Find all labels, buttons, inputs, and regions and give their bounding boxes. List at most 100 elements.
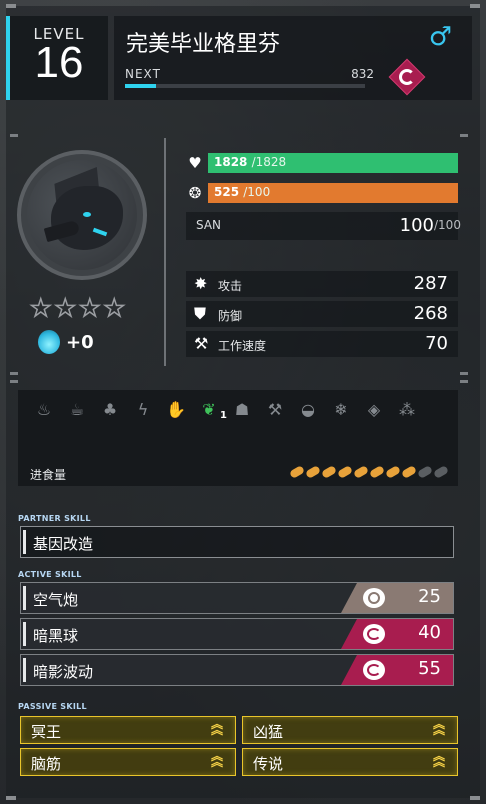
pal-name[interactable]: 完美毕业格里芬	[126, 26, 280, 58]
next-label: NEXT	[125, 67, 161, 81]
work-suitability-icons: ♨ ☕ ♣ ϟ ✋ ❦ 1 ☗ ⚒ ◒ ❄ ◈ ⁂	[34, 400, 417, 421]
star-icon: ★	[103, 294, 126, 322]
defense-label: 防御	[218, 309, 243, 323]
work-level-badge: 1	[220, 410, 227, 421]
corner-accent	[6, 4, 16, 8]
star-icon: ★	[29, 294, 52, 322]
food-pip-icon	[304, 465, 322, 479]
farming-icon[interactable]: ⁂	[397, 400, 417, 420]
passive-skill-title: PASSIVE SKILL	[18, 702, 87, 711]
level-number: 16	[34, 38, 84, 87]
food-pip-icon	[352, 465, 370, 479]
corner-accent	[470, 796, 480, 800]
food-pip-icon	[384, 465, 402, 479]
hp-max: /1828	[251, 155, 287, 169]
mining-icon[interactable]: ⚒	[265, 400, 285, 420]
watering-icon[interactable]: ☕	[67, 400, 87, 420]
next-exp-value: 832	[351, 67, 374, 81]
heart-icon: ♥	[188, 154, 202, 172]
divider-dot	[10, 380, 18, 383]
food-max: /100	[243, 185, 271, 199]
partner-skill-name: 基因改造	[33, 535, 94, 553]
skill-power-tag: 25	[341, 583, 453, 613]
passive-skill-slot[interactable]: 传说 ︽ ︽	[242, 748, 458, 776]
kindling-icon[interactable]: ♨	[34, 400, 54, 420]
divider-dot	[10, 372, 18, 375]
work-speed-label: 工作速度	[218, 339, 267, 353]
work-suitability-panel: ♨ ☕ ♣ ϟ ✋ ❦ 1 ☗ ⚒ ◒ ❄ ◈ ⁂ 进食量	[18, 390, 458, 486]
medicine-icon[interactable]: ◒	[298, 400, 318, 420]
corner-accent	[6, 796, 16, 800]
attack-row: ✸ 攻击 287	[186, 271, 458, 297]
vertical-divider	[164, 138, 166, 366]
planting-icon[interactable]: ♣	[100, 400, 120, 420]
divider-dot	[10, 134, 18, 137]
skill-power-tag: 40	[341, 619, 453, 649]
food-row: ❂ 525 /100	[186, 183, 458, 203]
partner-skill-title: PARTNER SKILL	[18, 514, 91, 523]
dark-element-icon	[363, 624, 385, 644]
passive-skill-name: 凶猛	[253, 723, 284, 741]
transporting-icon[interactable]: ◈	[364, 400, 384, 420]
gathering-icon[interactable]: ❦ 1	[199, 400, 227, 421]
rank-up-icon: ︽ ︽	[432, 749, 445, 769]
work-speed-row: ⚒ 工作速度 70	[186, 331, 458, 357]
divider-dot	[460, 372, 468, 375]
handiwork-icon[interactable]: ✋	[166, 400, 186, 420]
passive-skill-slot[interactable]: 脑筋 ︽ ︽	[20, 748, 236, 776]
active-skill-slot[interactable]: 暗影波动 55	[20, 654, 454, 686]
active-skill-slot[interactable]: 空气炮 25	[20, 582, 454, 614]
food-pip-icon	[288, 465, 306, 479]
food-pip-icon	[400, 465, 418, 479]
skill-power-value: 55	[418, 658, 441, 679]
food-pip-icon	[336, 465, 354, 479]
food-pip-icon	[368, 465, 386, 479]
active-skill-slot[interactable]: 暗黑球 40	[20, 618, 454, 650]
defense-value: 268	[413, 303, 448, 324]
active-skill-title: ACTIVE SKILL	[18, 570, 82, 579]
exp-bar-fill	[125, 84, 157, 88]
passive-skill-slot[interactable]: 冥王 ︽ ︽	[20, 716, 236, 744]
name-box: 完美毕业格里芬 ♂ NEXT 832	[114, 16, 472, 100]
rank-up-icon: ︽ ︽	[210, 749, 223, 769]
food-icon: ❂	[188, 184, 202, 202]
food-pip-icon	[432, 465, 450, 479]
skill-power-value: 25	[418, 586, 441, 607]
hp-value: 1828	[214, 155, 248, 169]
star-icon: ★	[54, 294, 77, 322]
work-speed-value: 70	[425, 333, 448, 354]
passive-skill-name: 脑筋	[31, 755, 62, 773]
san-value: 100	[399, 215, 434, 236]
passive-skill-name: 传说	[253, 755, 284, 773]
attack-value: 287	[413, 273, 448, 294]
rarity-stars: ★ ★ ★ ★	[29, 294, 126, 322]
defense-row: ⛊ 防御 268	[186, 301, 458, 327]
food-consumption-label: 进食量	[30, 468, 67, 482]
attack-icon: ✸	[194, 274, 208, 293]
rank-up-icon: ︽ ︽	[432, 717, 445, 737]
level-box: LEVEL 16	[6, 16, 108, 100]
divider-dot	[460, 380, 468, 383]
partner-skill[interactable]: 基因改造	[20, 526, 454, 558]
divider-dot	[460, 134, 468, 137]
pal-portrait	[17, 150, 147, 280]
lumbering-icon[interactable]: ☗	[232, 400, 252, 420]
passive-skill-name: 冥王	[31, 723, 62, 741]
condense-level: +0	[38, 330, 94, 354]
cooling-icon[interactable]: ❄	[331, 400, 351, 420]
hp-bar: 1828 /1828	[208, 153, 458, 173]
san-max: /100	[434, 218, 461, 232]
condense-value: +0	[66, 331, 94, 353]
food-pip-icon	[320, 465, 338, 479]
passive-skill-slot[interactable]: 凶猛 ︽ ︽	[242, 716, 458, 744]
male-icon: ♂	[428, 22, 452, 52]
corner-accent	[470, 4, 480, 8]
hammer-icon: ⚒	[194, 334, 209, 353]
rank-up-icon: ︽ ︽	[210, 717, 223, 737]
attack-label: 攻击	[218, 279, 243, 293]
food-value: 525	[214, 185, 240, 199]
food-bar: 525 /100	[208, 183, 458, 203]
electricity-icon[interactable]: ϟ	[133, 400, 153, 420]
dark-element-icon	[388, 58, 426, 96]
food-consumption-meter	[288, 465, 450, 479]
